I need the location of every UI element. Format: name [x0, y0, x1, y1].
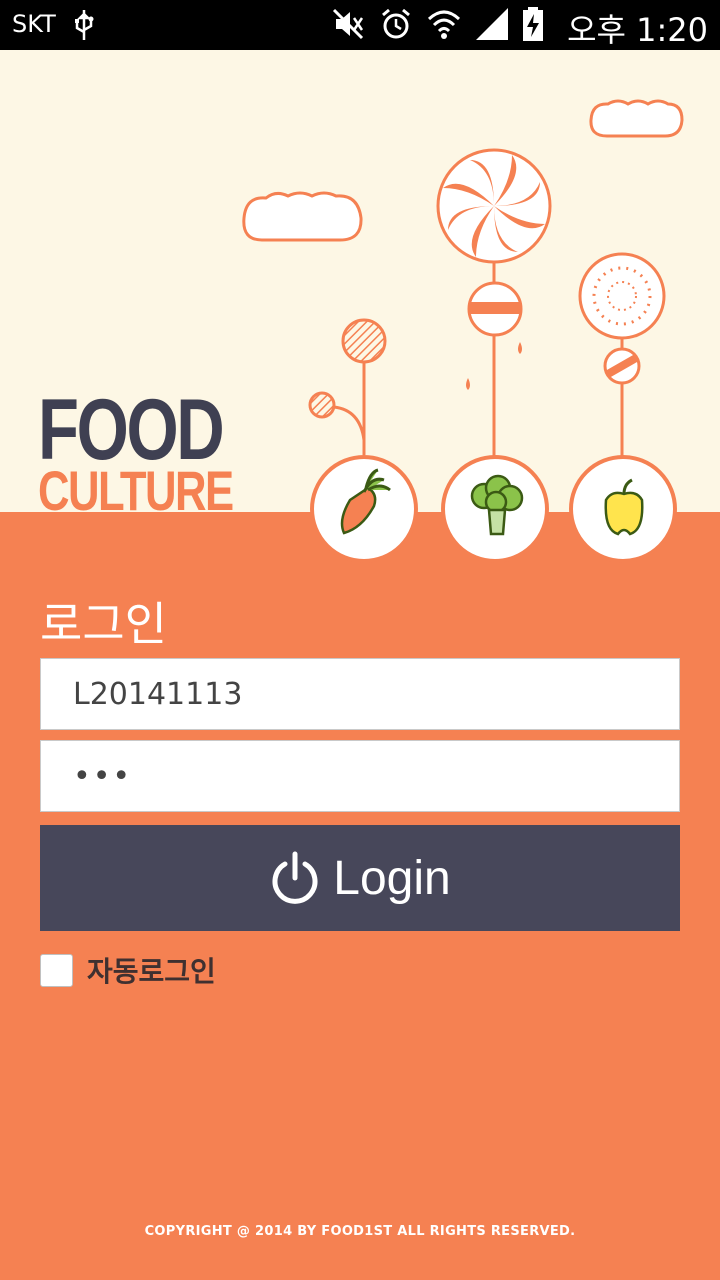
status-icons: [330, 6, 558, 42]
cloud-icon: [242, 191, 363, 242]
alarm-icon: [378, 6, 414, 42]
password-input[interactable]: •••: [40, 740, 680, 812]
carrier-label: SKT: [12, 10, 56, 38]
mute-icon: [330, 6, 366, 42]
logo-food-text: FOOD: [38, 382, 225, 478]
cloud-icon: [589, 99, 684, 138]
user-id-value: L20141113: [73, 676, 243, 712]
battery-charging-icon: [522, 6, 558, 42]
pinwheel-candy-icon: [436, 148, 552, 264]
app-logo: FOOD CULTURE: [38, 382, 287, 522]
password-masked-value: •••: [73, 758, 133, 794]
flower-icon: [578, 252, 666, 340]
auto-login-row[interactable]: 자동로그인: [40, 950, 216, 990]
logo-culture-text: CULTURE: [38, 459, 234, 522]
auto-login-checkbox[interactable]: [40, 953, 73, 987]
signal-icon: [474, 6, 510, 42]
auto-login-label[interactable]: 자동로그인: [87, 950, 216, 990]
clock: 오후 1:20: [567, 11, 708, 49]
login-button-label: Login: [333, 851, 451, 905]
usb-icon: [72, 8, 96, 49]
user-id-input[interactable]: L20141113: [40, 658, 680, 730]
power-icon: [272, 851, 318, 904]
wifi-icon: [426, 6, 462, 42]
copyright-text: COPYRIGHT @ 2014 BY FOOD1ST ALL RIGHTS R…: [144, 1224, 576, 1239]
login-title: 로그인: [40, 597, 167, 651]
status-bar: SKT 오후 1:20: [0, 0, 720, 50]
login-button[interactable]: Login: [40, 825, 680, 931]
